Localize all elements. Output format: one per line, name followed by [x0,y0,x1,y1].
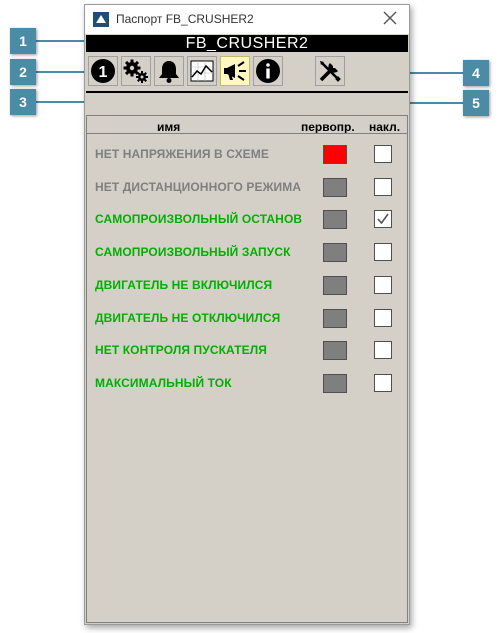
tab-alarms-button[interactable] [154,56,184,86]
wrench-screwdriver-icon [319,61,341,82]
callout-4: 4 [463,60,489,86]
signal-label: ДВИГАТЕЛЬ НЕ ОТКЛЮЧИЛСЯ [95,311,281,325]
object-name-header: FB_CRUSHER2 [86,35,408,52]
app-logo-icon [93,12,109,27]
window-title: Паспорт FB_CRUSHER2 [116,12,254,26]
checkmark-icon [377,213,389,225]
first-cause-indicator [323,145,347,164]
signal-label: САМОПРОИЗВОЛЬНЫЙ ЗАПУСК [95,245,291,259]
column-header-first: первопр. [301,120,355,134]
accumulate-checkbox[interactable] [374,145,392,163]
accumulate-checkbox[interactable] [374,178,392,196]
tab-info-button[interactable] [253,56,283,86]
signal-label: НЕТ КОНТРОЛЯ ПУСКАТЕЛЯ [95,343,267,357]
accumulate-checkbox[interactable] [374,210,392,228]
signal-label: НЕТ ДИСТАНЦИОННОГО РЕЖИМА [95,180,302,194]
passport-window: Паспорт FB_CRUSHER2 FB_CRUSHER2 1 имя пе… [84,4,410,625]
first-cause-indicator [323,374,347,393]
close-icon [383,11,397,25]
first-cause-indicator [323,243,347,262]
callout-2-line [36,71,91,73]
accumulate-checkbox[interactable] [374,276,392,294]
bell-icon [159,61,179,83]
callout-2: 2 [10,59,36,85]
first-cause-indicator [323,276,347,295]
first-cause-indicator [323,210,347,229]
info-icon [256,59,280,83]
tab-signals-button[interactable] [220,56,250,86]
trend-chart-icon [190,60,214,82]
signal-label: МАКСИМАЛЬНЫЙ ТОК [95,376,232,390]
header-divider [86,133,408,134]
number-one-icon: 1 [91,59,115,83]
accumulate-checkbox[interactable] [374,243,392,261]
close-button[interactable] [381,9,399,27]
signal-label: САМОПРОИЗВОЛЬНЫЙ ОСТАНОВ [95,212,303,226]
callout-1: 1 [10,28,36,54]
tab-service-button[interactable] [315,56,345,86]
title-bar[interactable]: Паспорт FB_CRUSHER2 [85,5,409,34]
megaphone-icon [224,61,246,81]
toolbar-separator [86,91,408,93]
column-header-name: имя [157,120,181,134]
first-cause-indicator [323,341,347,360]
first-cause-indicator [323,309,347,328]
column-header-accum: накл. [369,120,401,134]
callout-3: 3 [10,89,36,115]
callout-1-line [36,40,91,42]
tab-main-button[interactable]: 1 [88,56,118,86]
accumulate-checkbox[interactable] [374,309,392,327]
tab-trends-button[interactable] [187,56,217,86]
gears-icon [123,59,148,83]
callout-5: 5 [463,90,489,116]
accumulate-checkbox[interactable] [374,374,392,392]
first-cause-indicator [323,178,347,197]
svg-text:1: 1 [99,64,108,81]
tab-settings-button[interactable] [121,56,151,86]
accumulate-checkbox[interactable] [374,341,392,359]
signal-label: НЕТ НАПРЯЖЕНИЯ В СХЕМЕ [95,147,269,161]
signal-label: ДВИГАТЕЛЬ НЕ ВКЛЮЧИЛСЯ [95,278,273,292]
toolbar: 1 [86,55,408,89]
